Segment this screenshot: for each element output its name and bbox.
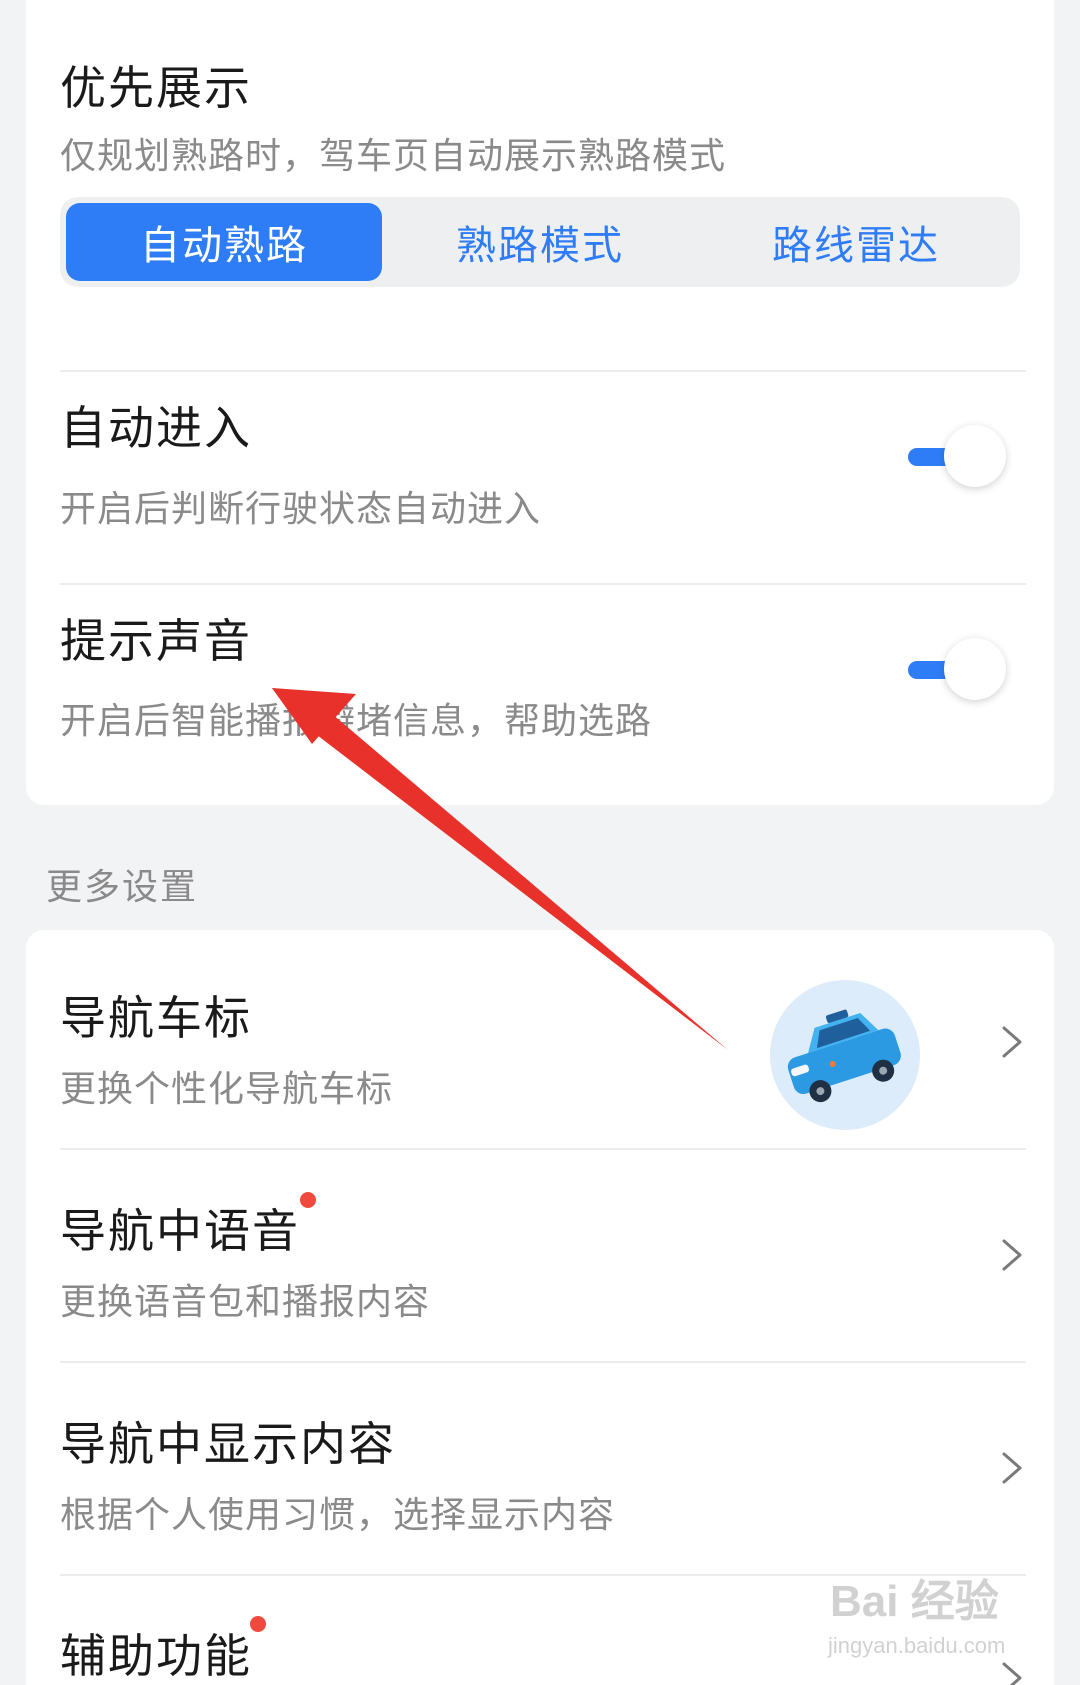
segment-route-radar[interactable]: 路线雷达 bbox=[698, 203, 1014, 281]
priority-display-title: 优先展示 bbox=[60, 61, 252, 115]
more-settings-label: 更多设置 bbox=[46, 867, 199, 908]
new-badge-dot bbox=[250, 1616, 266, 1632]
nav-display-content-title: 导航中显示内容 bbox=[60, 1417, 396, 1471]
priority-segmented-control: 自动熟路 熟路模式 路线雷达 bbox=[60, 197, 1020, 287]
divider bbox=[60, 1148, 1026, 1150]
sound-title: 提示声音 bbox=[60, 614, 252, 668]
divider bbox=[60, 370, 1026, 372]
auto-enter-title: 自动进入 bbox=[60, 401, 252, 455]
watermark-logo: Bai 经验 bbox=[830, 1577, 999, 1626]
toggle-knob bbox=[944, 638, 1006, 700]
chevron-right-icon bbox=[1002, 1239, 1022, 1271]
auto-enter-toggle[interactable] bbox=[882, 422, 1012, 492]
priority-display-subtitle: 仅规划熟路时，驾车页自动展示熟路模式 bbox=[60, 136, 727, 177]
toggle-knob bbox=[944, 425, 1006, 487]
nav-car-icon-title: 导航车标 bbox=[60, 991, 252, 1045]
divider bbox=[60, 1361, 1026, 1363]
segment-auto-familiar-route[interactable]: 自动熟路 bbox=[66, 203, 382, 281]
nav-voice-title: 导航中语音 bbox=[60, 1204, 300, 1258]
divider bbox=[60, 583, 1026, 585]
chevron-right-icon bbox=[1002, 1452, 1022, 1484]
nav-voice-subtitle: 更换语音包和播报内容 bbox=[60, 1282, 431, 1323]
segment-familiar-route-mode[interactable]: 熟路模式 bbox=[382, 203, 698, 281]
accessibility-title: 辅助功能 bbox=[60, 1629, 252, 1683]
settings-page: 优先展示 仅规划熟路时，驾车页自动展示熟路模式 自动熟路 熟路模式 路线雷达 自… bbox=[0, 0, 1080, 1685]
auto-enter-subtitle: 开启后判断行驶状态自动进入 bbox=[60, 489, 542, 530]
nav-car-icon-subtitle: 更换个性化导航车标 bbox=[60, 1069, 394, 1110]
baidu-jingyan-watermark: Bai 经验 jingyan.baidu.com bbox=[820, 1565, 1060, 1675]
car-icon bbox=[770, 980, 920, 1130]
familiar-route-settings-card: 优先展示 仅规划熟路时，驾车页自动展示熟路模式 自动熟路 熟路模式 路线雷达 自… bbox=[26, 0, 1054, 805]
new-badge-dot bbox=[300, 1192, 316, 1208]
sound-toggle[interactable] bbox=[882, 635, 1012, 705]
watermark-url: jingyan.baidu.com bbox=[828, 1633, 1006, 1658]
sound-subtitle: 开启后智能播报避堵信息，帮助选路 bbox=[60, 701, 653, 742]
chevron-right-icon bbox=[1002, 1026, 1022, 1058]
nav-display-content-subtitle: 根据个人使用习惯，选择显示内容 bbox=[60, 1495, 616, 1536]
